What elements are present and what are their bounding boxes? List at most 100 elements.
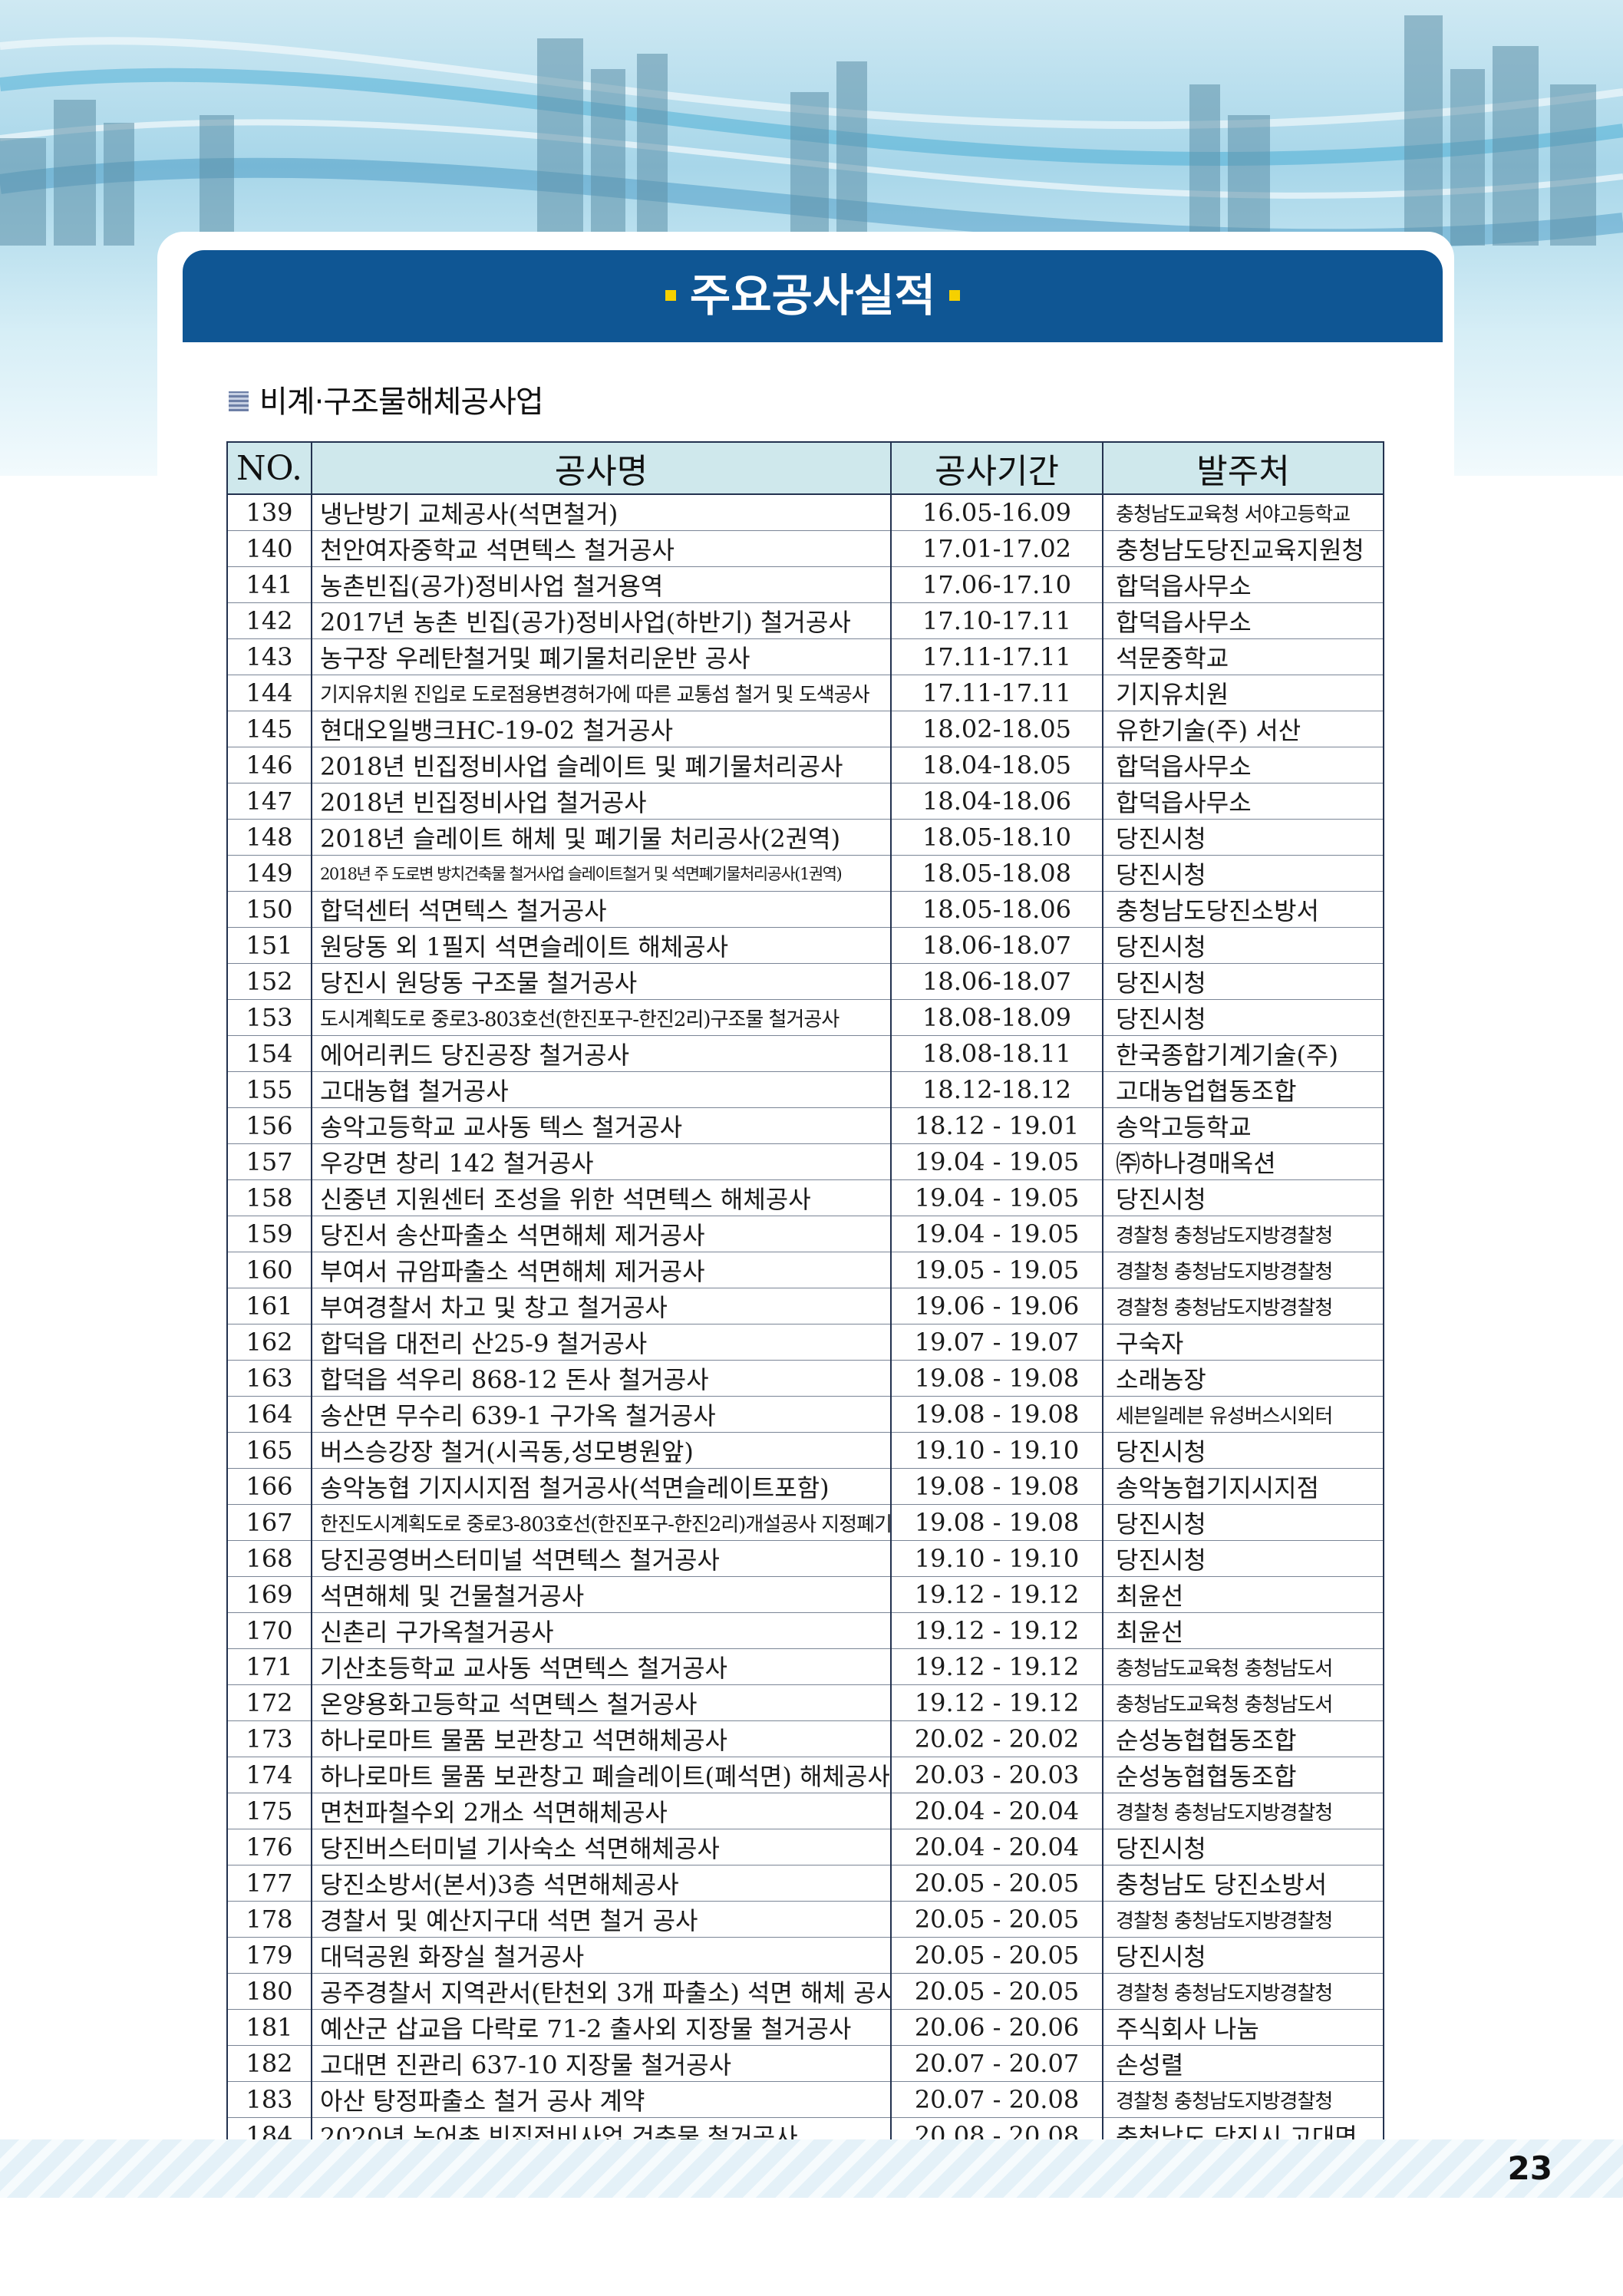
- table-row: 144 기지유치원 진입로 도로점용변경허가에 따른 교통섬 철거 및 도색공사 1…: [226, 675, 1384, 711]
- cell-no: 177: [226, 1865, 312, 1902]
- cell-period: 17.10-17.11: [890, 602, 1103, 639]
- cell-period: 19.08 - 19.08: [890, 1396, 1103, 1433]
- cell-project-name: 농구장 우레탄철거및 폐기물처리운반 공사: [311, 638, 892, 675]
- cell-project-name: 한진도시계획도로 중로3-803호선(한진포구-한진2리)개설공사 지정폐기: [311, 1504, 892, 1541]
- header-no: NO.: [226, 441, 312, 495]
- cell-no: 165: [226, 1432, 312, 1469]
- cell-project-name: 천안여자중학교 석면텍스 철거공사: [311, 530, 892, 567]
- cell-period: 18.04-18.06: [890, 783, 1103, 820]
- cell-no: 156: [226, 1107, 312, 1144]
- cell-client: 당진시청: [1102, 855, 1384, 892]
- header-period: 공사기간: [890, 441, 1103, 495]
- cell-client: 충청남도교육청 서야고등학교: [1102, 494, 1384, 531]
- cell-period: 20.05 - 20.05: [890, 1901, 1103, 1938]
- table-row: 161 부여경찰서 차고 및 창고 철거공사 19.06 - 19.06 경찰청 충청…: [226, 1288, 1384, 1324]
- cell-project-name: 아산 탕정파출소 철거 공사 계약: [311, 2081, 892, 2118]
- cell-period: 18.06-18.07: [890, 927, 1103, 964]
- cell-project-name: 합덕읍 석우리 868-12 돈사 철거공사: [311, 1360, 892, 1397]
- cell-no: 140: [226, 530, 312, 567]
- cell-period: 20.05 - 20.05: [890, 1973, 1103, 2010]
- cell-no: 180: [226, 1973, 312, 2010]
- page-title: 주요공사실적: [689, 269, 936, 322]
- cell-no: 170: [226, 1612, 312, 1649]
- table-row: 163 합덕읍 석우리 868-12 돈사 철거공사 19.08 - 19.08 소래…: [226, 1360, 1384, 1397]
- cell-project-name: 고대면 진관리 637-10 지장물 철거공사: [311, 2045, 892, 2082]
- cell-client: 최윤선: [1102, 1576, 1384, 1613]
- table-row: 149 2018년 주 도로변 방치건축물 철거사업 슬레이트철거 및 석면폐기물…: [226, 855, 1384, 892]
- cell-no: 157: [226, 1143, 312, 1180]
- cell-no: 183: [226, 2081, 312, 2118]
- table-row: 165 버스승강장 철거(시곡동,성모병원앞) 19.10 - 19.10 당진시청: [226, 1432, 1384, 1469]
- header-project-name: 공사명: [311, 441, 892, 495]
- table-row: 175 면천파철수외 2개소 석면해체공사 20.04 - 20.04 경찰청 충청남…: [226, 1793, 1384, 1829]
- cell-project-name: 당진공영버스터미널 석면텍스 철거공사: [311, 1540, 892, 1577]
- cell-project-name: 기산초등학교 교사동 석면텍스 철거공사: [311, 1648, 892, 1685]
- cell-client: 송악고등학교: [1102, 1107, 1384, 1144]
- page-number: 23: [1507, 2149, 1552, 2187]
- cell-no: 173: [226, 1720, 312, 1757]
- table-row: 150 합덕센터 석면텍스 철거공사 18.05-18.06 충청남도당진소방서: [226, 891, 1384, 928]
- cell-period: 17.11-17.11: [890, 675, 1103, 711]
- cell-project-name: 온양용화고등학교 석면텍스 철거공사: [311, 1684, 892, 1721]
- cell-no: 175: [226, 1793, 312, 1829]
- cell-project-name: 대덕공원 화장실 철거공사: [311, 1937, 892, 1974]
- table-row: 158 신중년 지원센터 조성을 위한 석면텍스 해체공사 19.04 - 19.0…: [226, 1179, 1384, 1216]
- cell-project-name: 냉난방기 교체공사(석면철거): [311, 494, 892, 531]
- cell-client: 당진시청: [1102, 1504, 1384, 1541]
- table-row: 164 송산면 무수리 639-1 구가옥 철거공사 19.08 - 19.08 세븐…: [226, 1396, 1384, 1433]
- section-bullet-icon: [229, 391, 249, 411]
- cell-period: 18.08-18.09: [890, 999, 1103, 1036]
- cell-no: 154: [226, 1035, 312, 1072]
- cell-client: 합덕읍사무소: [1102, 747, 1384, 783]
- cell-period: 19.05 - 19.05: [890, 1252, 1103, 1288]
- cell-client: 손성렬: [1102, 2045, 1384, 2082]
- cell-client: 합덕읍사무소: [1102, 602, 1384, 639]
- cell-project-name: 기지유치원 진입로 도로점용변경허가에 따른 교통섬 철거 및 도색공사: [311, 675, 892, 711]
- cell-no: 176: [226, 1829, 312, 1866]
- cell-project-name: 합덕읍 대전리 산25-9 철거공사: [311, 1324, 892, 1361]
- table-row: 145 현대오일뱅크HC-19-02 철거공사 18.02-18.05 유한기술(주)…: [226, 711, 1384, 747]
- cell-no: 158: [226, 1179, 312, 1216]
- cell-period: 19.04 - 19.05: [890, 1216, 1103, 1252]
- cell-no: 145: [226, 711, 312, 747]
- cell-client: 당진시청: [1102, 927, 1384, 964]
- table-row: 162 합덕읍 대전리 산25-9 철거공사 19.07 - 19.07 구숙자: [226, 1324, 1384, 1361]
- cell-client: 경찰청 충청남도지방경찰청: [1102, 2081, 1384, 2118]
- table-row: 151 원당동 외 1필지 석면슬레이트 해체공사 18.06-18.07 당진시청: [226, 927, 1384, 964]
- cell-period: 18.05-18.06: [890, 891, 1103, 928]
- cell-no: 161: [226, 1288, 312, 1324]
- cell-no: 163: [226, 1360, 312, 1397]
- cell-no: 149: [226, 855, 312, 892]
- cell-client: 당진시청: [1102, 963, 1384, 1000]
- cell-client: 충청남도 당진소방서: [1102, 1865, 1384, 1902]
- table-row: 141 농촌빈집(공가)정비사업 철거용역 17.06-17.10 합덕읍사무소: [226, 566, 1384, 603]
- cell-client: 세븐일레븐 유성버스시외터: [1102, 1396, 1384, 1433]
- cell-no: 179: [226, 1937, 312, 1974]
- cell-period: 18.05-18.10: [890, 819, 1103, 856]
- cell-client: 당진시청: [1102, 1432, 1384, 1469]
- cell-no: 143: [226, 638, 312, 675]
- cell-project-name: 2018년 슬레이트 해체 및 폐기물 처리공사(2권역): [311, 819, 892, 856]
- cell-client: 당진시청: [1102, 1179, 1384, 1216]
- cell-period: 18.06-18.07: [890, 963, 1103, 1000]
- cell-period: 18.04-18.05: [890, 747, 1103, 783]
- table-row: 174 하나로마트 물품 보관창고 폐슬레이트(폐석면) 해체공사 20.03 - …: [226, 1757, 1384, 1793]
- table-row: 182 고대면 진관리 637-10 지장물 철거공사 20.07 - 20.07 손…: [226, 2045, 1384, 2082]
- cell-period: 19.07 - 19.07: [890, 1324, 1103, 1361]
- cell-no: 169: [226, 1576, 312, 1613]
- cell-project-name: 경찰서 및 예산지구대 석면 철거 공사: [311, 1901, 892, 1938]
- cell-client: 구숙자: [1102, 1324, 1384, 1361]
- table-row: 146 2018년 빈집정비사업 슬레이트 및 폐기물처리공사 18.04-18.0…: [226, 747, 1384, 783]
- table-row: 183 아산 탕정파출소 철거 공사 계약 20.07 - 20.08 경찰청 충청남…: [226, 2081, 1384, 2118]
- cell-project-name: 2017년 농촌 빈집(공가)정비사업(하반기) 철거공사: [311, 602, 892, 639]
- table-row: 180 공주경찰서 지역관서(탄천외 3개 파출소) 석면 해체 공사 20.05 …: [226, 1973, 1384, 2010]
- cell-client: 경찰청 충청남도지방경찰청: [1102, 1288, 1384, 1324]
- cell-client: 소래농장: [1102, 1360, 1384, 1397]
- cell-period: 20.07 - 20.08: [890, 2081, 1103, 2118]
- cell-period: 18.12 - 19.01: [890, 1107, 1103, 1144]
- cell-no: 148: [226, 819, 312, 856]
- cell-project-name: 당진시 원당동 구조물 철거공사: [311, 963, 892, 1000]
- cell-no: 146: [226, 747, 312, 783]
- cell-client: 한국종합기계기술(주): [1102, 1035, 1384, 1072]
- cell-period: 20.02 - 20.02: [890, 1720, 1103, 1757]
